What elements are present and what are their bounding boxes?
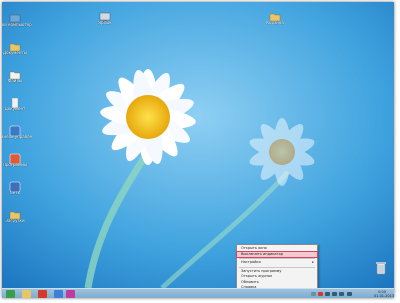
taskbar-button-start[interactable] bbox=[6, 290, 15, 298]
document-icon bbox=[9, 94, 21, 109]
context-menu-item[interactable]: Выключить индикатор bbox=[236, 250, 318, 258]
desktop-icon[interactable]: Сеть bbox=[2, 178, 32, 196]
control-panel-icon bbox=[9, 122, 21, 137]
folder-icon bbox=[9, 206, 21, 220]
menu-item-label: Запустить программу bbox=[241, 268, 282, 273]
network-icon bbox=[9, 178, 21, 193]
recycle-bin-icon[interactable] bbox=[374, 260, 388, 278]
flag-tray-icon[interactable] bbox=[339, 292, 344, 296]
taskbar: 0:00 01.01.2013 bbox=[2, 288, 394, 298]
programs-icon bbox=[9, 150, 21, 165]
menu-item-label: Настройки bbox=[241, 260, 261, 264]
desktop-icon[interactable]: Документ bbox=[2, 94, 32, 112]
desktop-icon-label: Корзина bbox=[266, 21, 284, 25]
desktop-icon[interactable]: Панель управления bbox=[2, 122, 32, 140]
desktop-icon-label: Панель управления bbox=[2, 135, 32, 139]
desktop-icon[interactable]: Мой компьютер bbox=[2, 10, 32, 28]
taskbar-clock[interactable]: 0:00 01.01.2013 bbox=[374, 290, 394, 298]
menu-separator bbox=[239, 258, 315, 259]
menu-item-label: Открыть журнал bbox=[241, 274, 273, 278]
submenu-arrow-icon: ▸ bbox=[312, 260, 314, 264]
tray-indicator-icon[interactable] bbox=[318, 292, 323, 296]
menu-item-label: Обновить bbox=[241, 279, 259, 284]
context-menu: Открыть окно Выключить индикатор Настройки… bbox=[236, 244, 318, 288]
desktop-icon[interactable]: Файлы bbox=[2, 66, 32, 84]
taskbar-button-media[interactable] bbox=[66, 290, 75, 298]
computer-icon bbox=[9, 10, 21, 24]
tray-arrow-icon[interactable] bbox=[311, 292, 316, 296]
context-menu-item[interactable]: Настройки ▸ bbox=[237, 260, 317, 266]
desktop-icon-label: Документы bbox=[3, 51, 27, 55]
menu-item-label: Выключить индикатор bbox=[241, 251, 283, 256]
desktop-icon[interactable]: Корзина bbox=[258, 8, 292, 26]
language-tray-icon[interactable] bbox=[347, 292, 352, 296]
screenshot-frame: Мой компьютер Документы Файлы Документ Панел… bbox=[2, 2, 394, 298]
taskbar-button-browser[interactable] bbox=[54, 290, 63, 298]
desktop-icon-label: Загрузки bbox=[5, 219, 25, 223]
desktop-icon[interactable]: Документы bbox=[2, 38, 32, 56]
desktop-icon-label: Сеть bbox=[10, 191, 20, 195]
shortcut-icon bbox=[99, 8, 111, 22]
desktop-icon-label: Ярлык bbox=[98, 21, 112, 25]
taskbar-button-explorer[interactable] bbox=[22, 290, 31, 298]
desktop-icon[interactable]: Загрузки bbox=[2, 206, 32, 224]
clock-date: 01.01.2013 bbox=[374, 294, 394, 298]
menu-separator bbox=[239, 266, 315, 268]
desktop-icon-label: Файлы bbox=[7, 79, 23, 83]
desktop-icon-label: Мой компьютер bbox=[2, 23, 32, 27]
volume-tray-icon[interactable] bbox=[332, 292, 337, 296]
folder-icon bbox=[9, 66, 21, 80]
menu-item-label: Открыть окно bbox=[241, 246, 267, 250]
desktop-icon[interactable]: Ярлык bbox=[88, 8, 122, 26]
folder-icon bbox=[269, 8, 281, 22]
desktop[interactable]: Мой компьютер Документы Файлы Документ Панел… bbox=[2, 2, 394, 288]
desktop-icon-label: Документ bbox=[4, 107, 26, 111]
taskbar-button-opera[interactable] bbox=[38, 290, 47, 298]
folder-icon bbox=[9, 38, 21, 52]
network-tray-icon[interactable] bbox=[325, 292, 330, 296]
desktop-icon-label: Программы bbox=[2, 163, 28, 167]
daisy-wallpaper bbox=[2, 2, 394, 288]
desktop-icon[interactable]: Программы bbox=[2, 150, 32, 168]
